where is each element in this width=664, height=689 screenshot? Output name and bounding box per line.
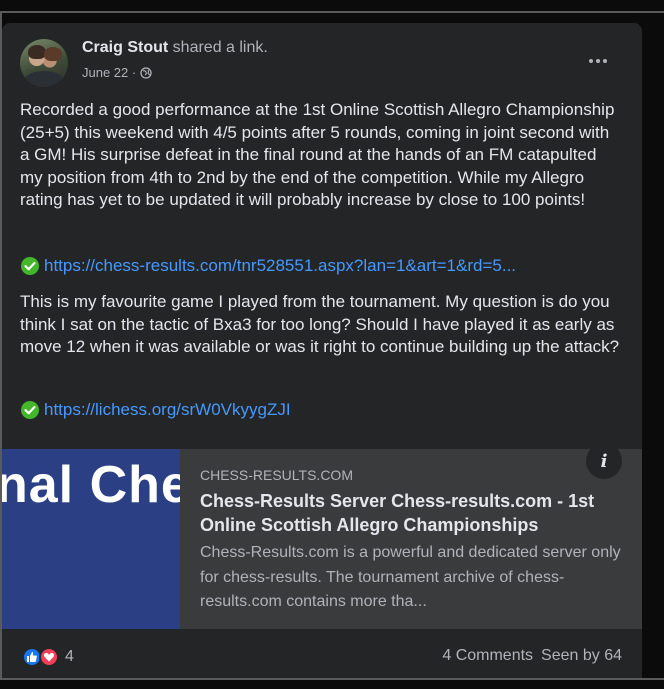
frame-border-bottom bbox=[0, 678, 664, 680]
post-date[interactable]: June 22 · bbox=[82, 65, 136, 80]
reaction-count: 4 bbox=[65, 648, 74, 665]
reactions-summary[interactable]: 4 bbox=[22, 647, 74, 667]
post-header: Craig Stout shared a link. bbox=[82, 39, 268, 57]
post-footer: 4 4 Comments Seen by 64 bbox=[2, 629, 642, 678]
link-row-2: https://lichess.org/srW0VkyygZJI bbox=[20, 400, 291, 420]
dot-icon bbox=[603, 59, 607, 63]
post-card: Craig Stout shared a link. June 22 · Rec… bbox=[2, 23, 642, 678]
frame-border-top bbox=[0, 11, 664, 13]
info-button[interactable]: i bbox=[586, 443, 622, 479]
chess-results-link[interactable]: https://chess-results.com/tnr528551.aspx… bbox=[44, 256, 516, 276]
more-options-button[interactable] bbox=[580, 49, 616, 73]
author-name-link[interactable]: Craig Stout bbox=[82, 39, 168, 56]
screen-frame: Craig Stout shared a link. June 22 · Rec… bbox=[0, 0, 664, 689]
post-paragraph-2: This is my favourite game I played from … bbox=[20, 292, 620, 356]
post-paragraph-1: Recorded a good performance at the 1st O… bbox=[20, 100, 615, 209]
author-avatar[interactable] bbox=[20, 39, 68, 87]
preview-title[interactable]: Chess-Results Server Chess-results.com -… bbox=[200, 489, 630, 537]
seen-by-count[interactable]: Seen by 64 bbox=[541, 647, 622, 665]
link-preview-image[interactable]: nal Che bbox=[2, 449, 180, 629]
footer-stats: 4 Comments Seen by 64 bbox=[442, 647, 622, 665]
post-meta: June 22 · bbox=[82, 65, 152, 80]
preview-description: Chess-Results.com is a powerful and dedi… bbox=[200, 544, 621, 610]
preview-domain: CHESS-RESULTS.COM bbox=[200, 467, 353, 483]
check-circle-icon bbox=[20, 256, 40, 276]
shared-link-text: shared a link. bbox=[168, 39, 268, 56]
globe-icon[interactable] bbox=[140, 66, 152, 79]
dot-icon bbox=[596, 59, 600, 63]
comments-count-link[interactable]: 4 Comments bbox=[442, 647, 533, 665]
link-row-1: https://chess-results.com/tnr528551.aspx… bbox=[20, 256, 516, 276]
love-icon bbox=[39, 647, 59, 667]
check-circle-icon bbox=[20, 400, 40, 420]
lichess-link[interactable]: https://lichess.org/srW0VkyygZJI bbox=[44, 400, 291, 420]
dot-icon bbox=[589, 59, 593, 63]
preview-image-text: nal Che bbox=[2, 456, 180, 514]
